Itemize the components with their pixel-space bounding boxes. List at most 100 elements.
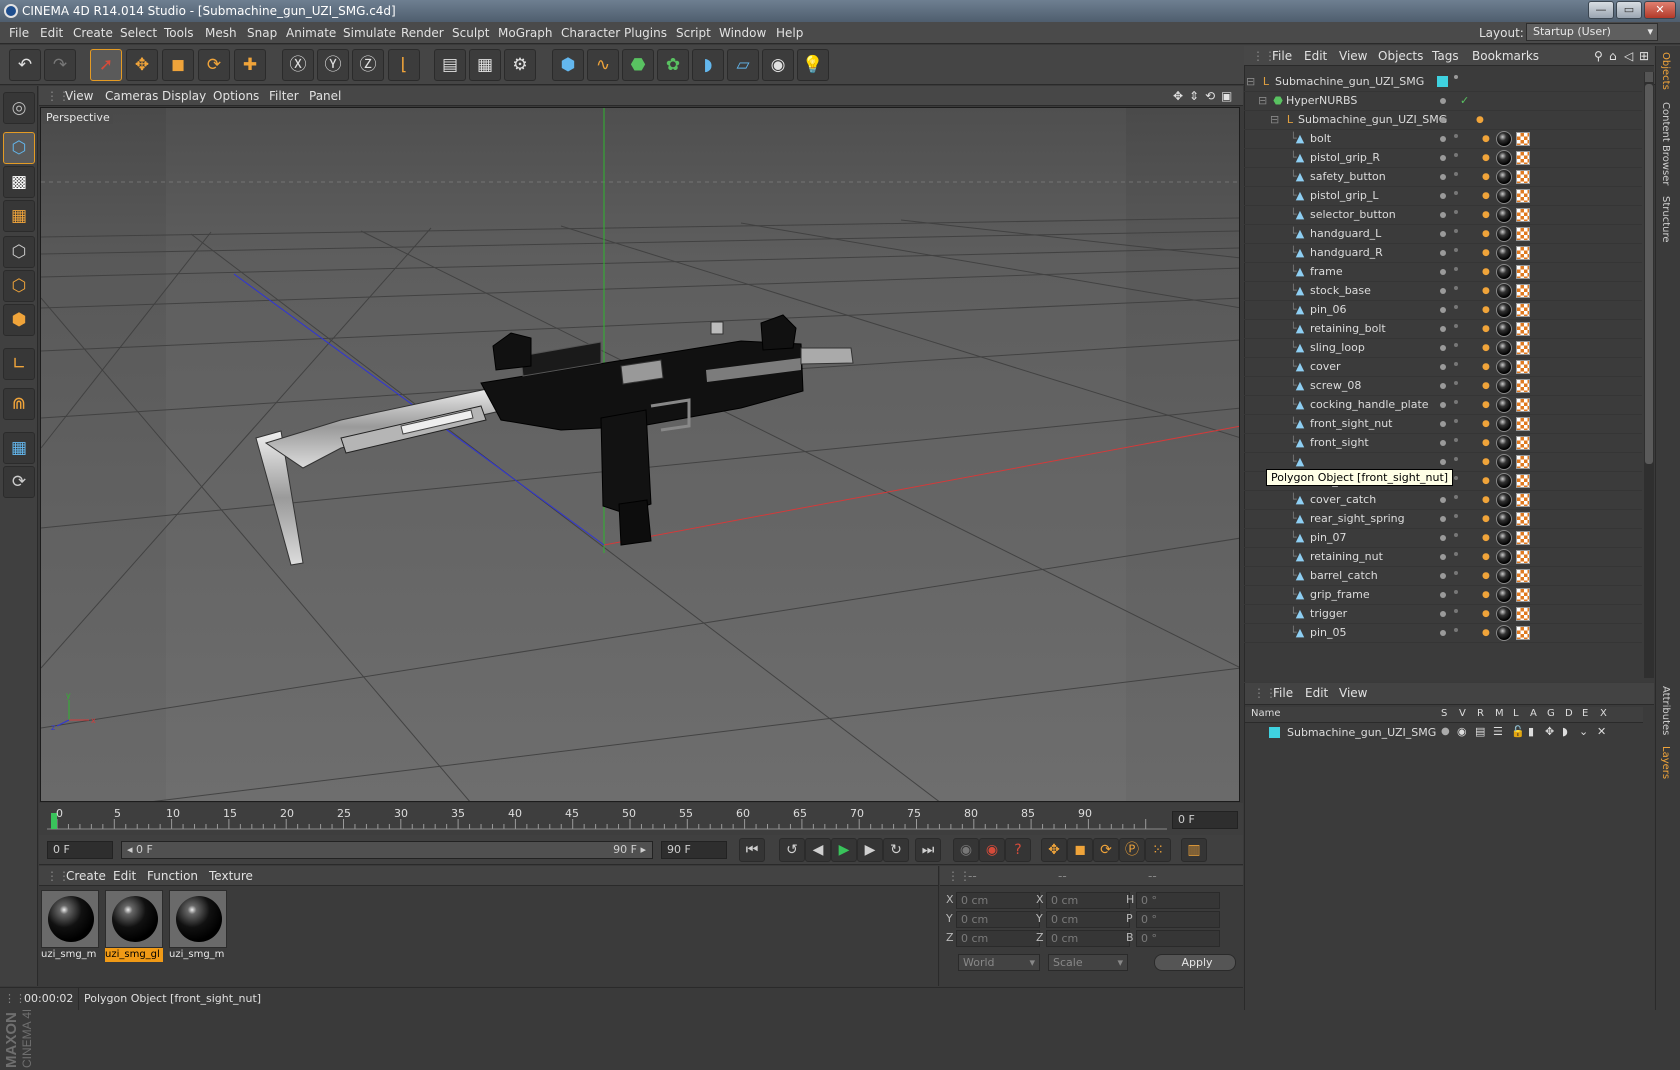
visibility-dot[interactable] (1440, 231, 1446, 237)
pos-x-field[interactable]: 0 cm (956, 892, 1040, 909)
visibility-dot[interactable] (1440, 98, 1446, 104)
render-visibility-dot[interactable] (1454, 400, 1458, 404)
render-view-icon[interactable]: ▤ (434, 49, 466, 81)
visibility-dot[interactable] (1440, 288, 1446, 294)
editor-visibility-dot[interactable] (1454, 75, 1458, 79)
visibility-dot[interactable] (1440, 345, 1446, 351)
render-settings-icon[interactable]: ⚙ (504, 49, 536, 81)
object-row[interactable]: └ ▲ retaining_nut ● (1244, 547, 1642, 567)
phong-tag-icon[interactable]: ● (1482, 324, 1492, 334)
rot-h-field[interactable]: 0 ° (1136, 892, 1220, 909)
points-mode-icon[interactable]: ⬡ (3, 236, 35, 268)
object-menu-tags[interactable]: Tags (1432, 49, 1459, 63)
object-row[interactable]: └ ▲ bolt ● (1244, 129, 1642, 149)
phong-tag-icon[interactable]: ● (1482, 400, 1492, 410)
light-bulb-icon[interactable]: 💡 (797, 49, 829, 81)
material-tag-icon[interactable] (1496, 245, 1512, 261)
material-tag-icon[interactable] (1496, 397, 1512, 413)
live-selection-icon[interactable]: ➚ (90, 49, 122, 81)
workplane-lock-icon[interactable]: ▦ (3, 432, 35, 464)
model-mode-icon[interactable]: ⬡ (3, 132, 35, 164)
layer-menu-file[interactable]: File (1273, 686, 1293, 700)
render-visibility-dot[interactable] (1454, 134, 1458, 138)
render-to-picture-viewer-icon[interactable]: ▦ (469, 49, 501, 81)
object-row[interactable]: └ ▲ sling_loop ● (1244, 338, 1642, 358)
apply-button[interactable]: Apply (1154, 954, 1236, 971)
subdivision-surface-icon[interactable]: ⬣ (622, 49, 654, 81)
object-row[interactable]: └ ▲ rear_sight_spring ● (1244, 509, 1642, 529)
object-row[interactable]: └ ▲ grip_frame ● (1244, 585, 1642, 605)
cube-primitive-icon[interactable]: ⬢ (552, 49, 584, 81)
next-frame-icon[interactable]: ▶ (857, 838, 883, 862)
render-visibility-dot[interactable] (1454, 533, 1458, 537)
scroll-thumb[interactable] (1645, 84, 1653, 464)
expression-icon[interactable]: ⌄ (1579, 725, 1588, 738)
phong-tag-icon[interactable]: ● (1482, 248, 1492, 258)
material-swatch-selected[interactable]: uzi_smg_gl (105, 890, 163, 962)
menu-mesh[interactable]: Mesh (205, 26, 237, 40)
uvw-tag-icon[interactable] (1516, 455, 1530, 469)
phong-tag-icon[interactable]: ● (1482, 457, 1492, 467)
object-row[interactable]: └ ▲ handguard_R ● (1244, 243, 1642, 263)
menu-select[interactable]: Select (120, 26, 157, 40)
render-visibility-dot[interactable] (1454, 229, 1458, 233)
render-visibility-dot[interactable] (1454, 571, 1458, 575)
uvw-tag-icon[interactable] (1516, 379, 1530, 393)
uvw-tag-icon[interactable] (1516, 170, 1530, 184)
phong-tag-icon[interactable]: ● (1482, 438, 1492, 448)
render-visibility-dot[interactable] (1454, 419, 1458, 423)
coord-system-dropdown[interactable]: World ▾ (958, 954, 1040, 971)
go-to-end-icon[interactable]: ⏭ (915, 838, 941, 862)
menu-help[interactable]: Help (776, 26, 803, 40)
uvw-tag-icon[interactable] (1516, 189, 1530, 203)
object-row[interactable]: └ ▲ handguard_L ● (1244, 224, 1642, 244)
uvw-tag-icon[interactable] (1516, 246, 1530, 260)
material-tag-icon[interactable] (1496, 435, 1512, 451)
timeline-window-icon[interactable]: ▥ (1181, 838, 1207, 862)
uvw-tag-icon[interactable] (1516, 360, 1530, 374)
phong-tag-icon[interactable]: ● (1482, 305, 1492, 315)
lock-icon[interactable]: 🔓 (1511, 725, 1525, 738)
visibility-dot[interactable] (1440, 402, 1446, 408)
material-swatch[interactable]: uzi_smg_m (41, 890, 99, 962)
menu-mograph[interactable]: MoGraph (498, 26, 553, 40)
viewport-menu-cameras[interactable]: Cameras (105, 89, 158, 103)
scale-tool-icon[interactable]: ◼ (162, 49, 194, 81)
phong-tag-icon[interactable]: ● (1482, 172, 1492, 182)
viewport-menu-panel[interactable]: Panel (309, 89, 341, 103)
object-row[interactable]: └ ▲ screw_08 ● (1244, 376, 1642, 396)
start-frame-field[interactable]: 0 F (47, 841, 113, 859)
xref-icon[interactable]: ✕ (1597, 725, 1606, 738)
uvw-tag-icon[interactable] (1516, 284, 1530, 298)
enabled-check-icon[interactable]: ✓ (1460, 91, 1469, 110)
phong-tag-icon[interactable]: ● (1482, 267, 1492, 277)
visibility-dot[interactable] (1440, 364, 1446, 370)
material-menu-edit[interactable]: Edit (113, 869, 136, 883)
visibility-dot[interactable] (1440, 497, 1446, 503)
tab-structure[interactable]: Structure (1660, 196, 1671, 243)
phong-tag-icon[interactable]: ● (1482, 514, 1492, 524)
view-eye-icon[interactable]: ◉ (1457, 725, 1467, 738)
frame-range-slider[interactable]: ◂ 0 F 90 F ▸ (121, 841, 653, 859)
material-tag-icon[interactable] (1496, 150, 1512, 166)
keyframe-selection-icon[interactable]: ? (1005, 838, 1031, 862)
uvw-tag-icon[interactable] (1516, 436, 1530, 450)
phong-tag-icon[interactable]: ● (1482, 571, 1492, 581)
phong-tag-icon[interactable]: ● (1482, 381, 1492, 391)
tab-objects[interactable]: Objects (1660, 52, 1671, 90)
menu-simulate[interactable]: Simulate (343, 26, 396, 40)
visibility-dot[interactable] (1440, 212, 1446, 218)
visibility-dot[interactable] (1440, 155, 1446, 161)
timeline-ruler[interactable]: 0 5 10 15 20 25 30 35 40 45 50 55 60 65 … (39, 803, 1243, 835)
render-visibility-dot[interactable] (1454, 324, 1458, 328)
phong-tag-icon[interactable]: ● (1482, 191, 1492, 201)
key-parameter-icon[interactable]: Ⓟ (1119, 838, 1145, 862)
object-row-group[interactable]: ⊟ L Submachine_gun_UZI_SMG ● (1244, 110, 1642, 130)
render-visibility-dot[interactable] (1454, 191, 1458, 195)
current-frame-field[interactable]: 0 F (1172, 811, 1238, 829)
material-tag-icon[interactable] (1496, 264, 1512, 280)
phong-tag-icon[interactable]: ● (1482, 286, 1492, 296)
size-x-field[interactable]: 0 cm (1046, 892, 1130, 909)
render-visibility-dot[interactable] (1454, 590, 1458, 594)
phong-tag-icon[interactable]: ● (1482, 419, 1492, 429)
